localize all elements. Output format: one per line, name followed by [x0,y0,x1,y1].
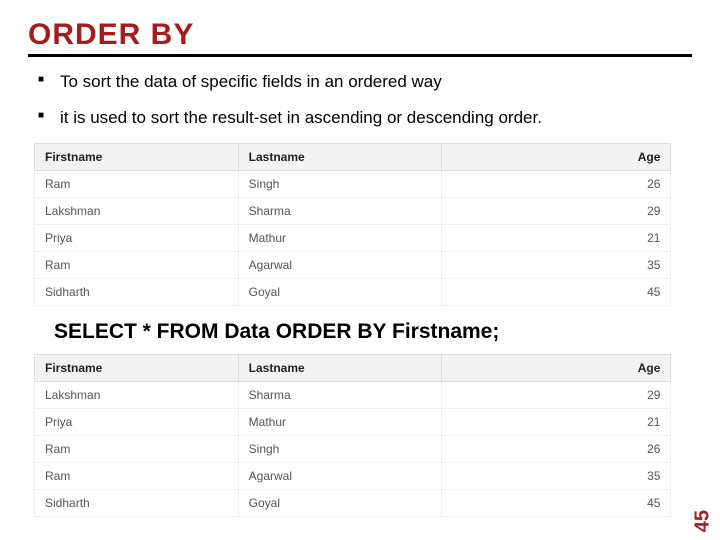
cell-age: 45 [442,279,671,306]
cell-lastname: Singh [238,171,442,198]
result-table: Firstname Lastname Age LakshmanSharma29 … [34,354,671,517]
cell-lastname: Sharma [238,382,442,409]
cell-lastname: Agarwal [238,252,442,279]
table-header-row: Firstname Lastname Age [35,355,671,382]
cell-lastname: Mathur [238,225,442,252]
cell-firstname: Priya [35,409,239,436]
table-row: SidharthGoyal45 [35,490,671,517]
table-row: LakshmanSharma29 [35,198,671,225]
cell-firstname: Priya [35,225,239,252]
col-lastname: Lastname [238,144,442,171]
cell-age: 21 [442,225,671,252]
cell-firstname: Lakshman [35,382,239,409]
cell-age: 35 [442,463,671,490]
cell-age: 29 [442,382,671,409]
cell-age: 26 [442,171,671,198]
table-row: PriyaMathur21 [35,225,671,252]
cell-lastname: Singh [238,436,442,463]
bullet-list: To sort the data of specific fields in a… [38,71,692,129]
col-lastname: Lastname [238,355,442,382]
cell-age: 29 [442,198,671,225]
cell-age: 45 [442,490,671,517]
table-row: SidharthGoyal45 [35,279,671,306]
cell-age: 35 [442,252,671,279]
col-age: Age [442,355,671,382]
cell-age: 26 [442,436,671,463]
table-row: LakshmanSharma29 [35,382,671,409]
table-row: RamAgarwal35 [35,463,671,490]
cell-firstname: Ram [35,252,239,279]
table-row: RamAgarwal35 [35,252,671,279]
table-row: RamSingh26 [35,436,671,463]
source-table: Firstname Lastname Age RamSingh26 Lakshm… [34,143,671,306]
title-bar: ORDER BY [28,18,692,57]
cell-age: 21 [442,409,671,436]
cell-firstname: Lakshman [35,198,239,225]
table-row: RamSingh26 [35,171,671,198]
cell-lastname: Sharma [238,198,442,225]
col-age: Age [442,144,671,171]
cell-firstname: Ram [35,171,239,198]
bullet-item: it is used to sort the result-set in asc… [38,107,692,129]
cell-firstname: Sidharth [35,279,239,306]
table-row: PriyaMathur21 [35,409,671,436]
cell-lastname: Goyal [238,279,442,306]
cell-firstname: Ram [35,463,239,490]
table-header-row: Firstname Lastname Age [35,144,671,171]
cell-firstname: Sidharth [35,490,239,517]
col-firstname: Firstname [35,144,239,171]
sql-query: SELECT * FROM Data ORDER BY Firstname; [54,320,692,344]
cell-lastname: Mathur [238,409,442,436]
col-firstname: Firstname [35,355,239,382]
bullet-item: To sort the data of specific fields in a… [38,71,692,93]
cell-lastname: Agarwal [238,463,442,490]
cell-firstname: Ram [35,436,239,463]
slide-title: ORDER BY [28,18,692,52]
page-number: 45 [691,510,714,532]
cell-lastname: Goyal [238,490,442,517]
